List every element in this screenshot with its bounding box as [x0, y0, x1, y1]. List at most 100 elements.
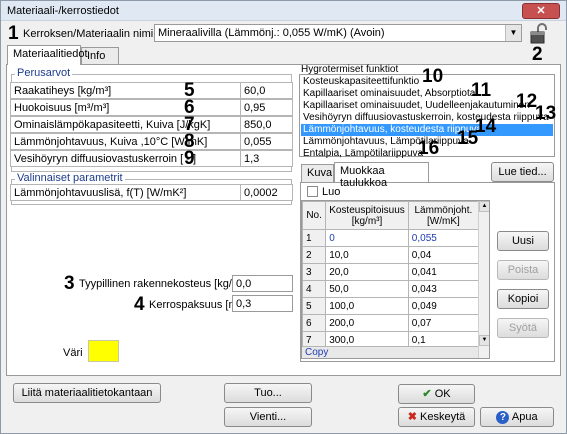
tuo-button[interactable]: Tuo...	[224, 383, 312, 403]
kosteus-label: Tyypillinen rakennekosteus [kg/m³]	[79, 278, 248, 290]
subtab-kuva[interactable]: Kuva	[301, 164, 334, 182]
ok-button[interactable]: ✔ OK	[398, 384, 475, 404]
property-row[interactable]: Lämmönjohtavuus, Kuiva ,10°C [W/mK] 0,05…	[10, 133, 293, 150]
data-table-container: No. Kosteuspitoisuus [kg/m³] Lämmönjoht.…	[301, 200, 490, 359]
lue-tiedosto-button[interactable]: Lue tied...	[491, 162, 554, 182]
list-item[interactable]: Kapillaariset ominaisuudet, Absorptiota	[301, 88, 475, 100]
color-swatch[interactable]	[88, 340, 119, 362]
syota-button[interactable]: Syötä	[497, 318, 549, 338]
apua-button[interactable]: ? Apua	[480, 407, 554, 427]
property-label: Huokoisuus [m³/m³]	[14, 102, 110, 114]
property-row[interactable]: Huokoisuus [m³/m³] 0,95	[10, 99, 293, 116]
list-item[interactable]: Entalpia, Lämpötilariippuva	[301, 148, 423, 160]
subtab-muokkaa[interactable]: Muokkaa taulukkoa	[334, 162, 429, 189]
property-value[interactable]: 0,0002	[244, 187, 278, 199]
table-cell[interactable]: 0,04	[407, 246, 480, 264]
keskeyta-button[interactable]: ✖ Keskeytä	[398, 407, 475, 427]
list-item[interactable]: Lämmönjohtavuus, Lämpötilariippuva	[301, 136, 469, 148]
column-header: Lämmönjoht. [W/mK]	[407, 201, 480, 230]
row-number: 5	[302, 297, 327, 315]
table-scrollbar[interactable]: ▲ ▼	[478, 201, 489, 358]
material-name-label: Kerroksen/Materiaalin nimi	[23, 28, 154, 40]
ok-label: OK	[434, 388, 451, 400]
checkmark-icon: ✔	[422, 388, 432, 400]
uusi-button[interactable]: Uusi	[497, 231, 549, 251]
luo-label: Luo	[322, 186, 341, 198]
property-value[interactable]: 0,95	[244, 102, 265, 114]
liita-tietokantaan-button[interactable]: Liitä materiaalitietokantaan	[13, 383, 161, 403]
table-cell[interactable]: 10,0	[325, 246, 409, 264]
property-value[interactable]: 1,3	[244, 153, 259, 165]
table-row[interactable]: 5 100,0 0,049	[302, 297, 480, 315]
property-label: Ominaislämpökapasiteetti, Kuiva [J/kgK]	[14, 119, 211, 131]
callout-3: 3	[64, 273, 75, 294]
callout-12: 12	[516, 91, 538, 112]
table-row[interactable]: 2 10,0 0,04	[302, 246, 480, 264]
scroll-down-icon[interactable]: ▼	[479, 335, 489, 346]
row-number: 2	[302, 246, 327, 264]
table-cell[interactable]: 0,049	[407, 297, 480, 315]
property-row[interactable]: Raakatiheys [kg/m³] 60,0	[10, 82, 293, 99]
callout-14: 14	[475, 116, 497, 137]
title-bar: Materiaali-/kerrostiedot ✕	[1, 1, 566, 21]
table-cell[interactable]: 100,0	[325, 297, 409, 315]
list-item[interactable]: Kosteuskapasiteettifunktio	[301, 76, 419, 88]
callout-1: 1	[8, 23, 19, 44]
table-cell[interactable]: 0,041	[407, 263, 480, 281]
table-cell[interactable]: 200,0	[325, 314, 409, 332]
list-item-selected[interactable]: Lämmönjohtavuus, kosteudesta riippuva	[301, 124, 553, 136]
table-cell[interactable]: 20,0	[325, 263, 409, 281]
perusarvot-title: Perusarvot	[15, 67, 73, 79]
paksuus-input[interactable]: 0,3	[232, 295, 293, 312]
table-footer-copy[interactable]: Copy	[302, 346, 479, 358]
scroll-up-icon[interactable]: ▲	[479, 201, 489, 212]
list-item[interactable]: Kapillaariset ominaisuudet, Uudelleenjak…	[301, 100, 530, 112]
property-label: Raakatiheys [kg/m³]	[14, 85, 112, 97]
callout-16: 16	[418, 138, 440, 159]
unlock-icon[interactable]	[529, 23, 549, 45]
kopioi-button[interactable]: Kopioi	[497, 289, 549, 309]
vienti-button[interactable]: Vienti...	[224, 407, 312, 427]
property-label: Lämmönjohtavuuslisä, f(T) [W/mK²]	[14, 187, 187, 199]
property-label: Vesihöyryn diffuusiovastuskerroin [ - ]	[14, 153, 196, 165]
property-value[interactable]: 60,0	[244, 85, 265, 97]
cancel-x-icon: ✖	[407, 411, 417, 423]
row-number: 3	[302, 263, 327, 281]
table-row[interactable]: 1 0 0,055	[302, 229, 480, 247]
property-label: Lämmönjohtavuus, Kuiva ,10°C [W/mK]	[14, 136, 208, 148]
kosteus-input[interactable]: 0,0	[232, 275, 293, 292]
row-number: 6	[302, 314, 327, 332]
table-cell[interactable]: 0,055	[407, 229, 480, 247]
apua-label: Apua	[511, 411, 538, 423]
table-cell[interactable]: 50,0	[325, 280, 409, 298]
luo-checkbox[interactable]	[307, 186, 318, 197]
table-cell[interactable]: 0,043	[407, 280, 480, 298]
table-row[interactable]: 4 50,0 0,043	[302, 280, 480, 298]
material-name-combo[interactable]: Mineraalivilla (Lämmönj.: 0,055 W/mK) (A…	[154, 24, 522, 42]
callout-11: 11	[471, 80, 492, 101]
table-row[interactable]: 3 20,0 0,041	[302, 263, 480, 281]
property-value[interactable]: 850,0	[244, 119, 272, 131]
callout-13: 13	[535, 103, 557, 124]
column-header: No.	[302, 201, 327, 230]
callout-10: 10	[422, 66, 444, 87]
callout-15: 15	[457, 128, 479, 149]
paksuus-label: Kerrospaksuus [m]	[149, 299, 241, 311]
table-cell[interactable]: 0,07	[407, 314, 480, 332]
chevron-down-icon[interactable]: ▼	[505, 25, 521, 41]
close-button[interactable]: ✕	[522, 3, 560, 19]
poista-button[interactable]: Poista	[497, 260, 549, 280]
property-row[interactable]: Lämmönjohtavuuslisä, f(T) [W/mK²] 0,0002	[10, 184, 293, 201]
window-title: Materiaali-/kerrostiedot	[7, 5, 119, 17]
table-row[interactable]: 6 200,0 0,07	[302, 314, 480, 332]
help-icon: ?	[496, 411, 510, 424]
material-name-value: Mineraalivilla (Lämmönj.: 0,055 W/mK) (A…	[158, 27, 385, 39]
table-cell[interactable]: 0	[325, 229, 409, 247]
property-row[interactable]: Vesihöyryn diffuusiovastuskerroin [ - ] …	[10, 150, 293, 167]
property-row[interactable]: Ominaislämpökapasiteetti, Kuiva [J/kgK] …	[10, 116, 293, 133]
property-value[interactable]: 0,055	[244, 136, 272, 148]
row-number: 1	[302, 229, 327, 247]
color-label: Väri	[63, 347, 83, 359]
tab-materiaalitiedot[interactable]: Materiaalitiedot	[7, 45, 88, 65]
list-item[interactable]: Vesihöyryn diffuusiovastuskerroin, koste…	[301, 112, 549, 124]
